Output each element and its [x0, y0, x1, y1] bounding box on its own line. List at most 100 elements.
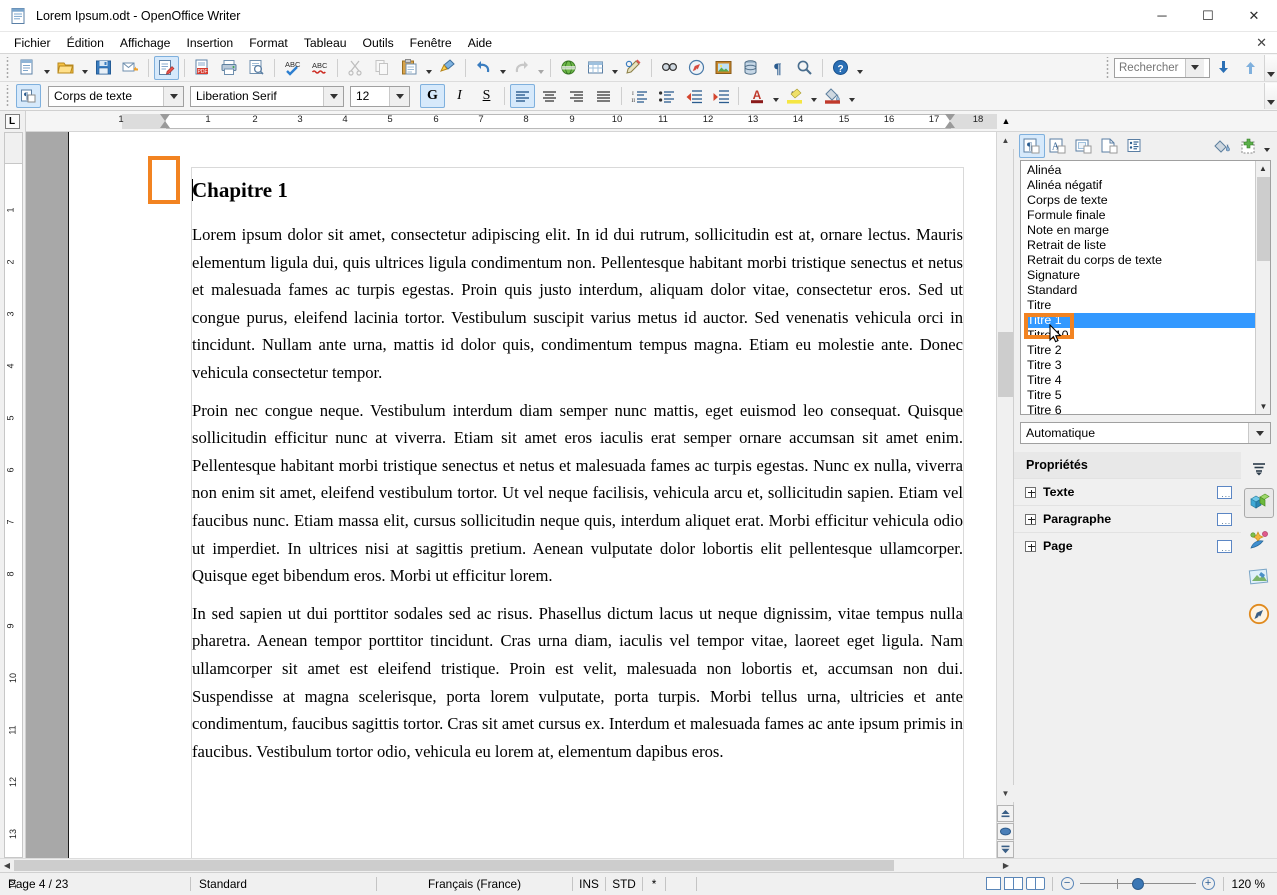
style-item[interactable]: Note en marge — [1025, 223, 1255, 238]
menu-fenetre[interactable]: Fenêtre — [402, 34, 460, 52]
scroll-up-button[interactable]: ▲ — [997, 132, 1014, 149]
zoom-level[interactable]: 120 % — [1224, 873, 1277, 895]
scroll-up-arrow[interactable]: ▲ — [999, 111, 1013, 131]
close-document-button[interactable]: ✕ — [1256, 35, 1267, 51]
style-item[interactable]: Titre 6 — [1025, 403, 1255, 414]
style-item[interactable]: Signature — [1025, 268, 1255, 283]
document-horizontal-scrollbar[interactable]: ◀ ▶ — [0, 858, 1277, 872]
text-column[interactable]: Chapitre 1 Lorem ipsum dolor sit amet, c… — [192, 177, 963, 775]
horizontal-ruler[interactable]: 1 1 2 3 4 5 6 7 8 9 10 11 12 13 14 15 16… — [26, 111, 999, 131]
sidebar-settings-icon[interactable] — [1244, 457, 1274, 481]
expand-icon[interactable] — [1025, 540, 1036, 552]
formatting-toolbar-grip[interactable] — [3, 85, 12, 107]
document-vertical-scrollbar[interactable]: ▲ ▼ — [996, 132, 1014, 858]
toolbar-grip[interactable] — [3, 56, 12, 79]
align-right-icon[interactable] — [564, 84, 589, 108]
open-document-button[interactable] — [53, 56, 78, 80]
previous-page-button[interactable] — [997, 805, 1014, 822]
style-item[interactable]: Alinéa négatif — [1025, 178, 1255, 193]
styles-scroll-thumb[interactable] — [1257, 177, 1270, 261]
more-options-icon[interactable]: ... — [1217, 512, 1233, 526]
hscroll-left-button[interactable]: ◀ — [0, 859, 14, 872]
document-heading[interactable]: Chapitre 1 — [192, 177, 963, 203]
open-document-dropdown[interactable] — [79, 56, 90, 80]
insert-image-button[interactable] — [711, 56, 736, 80]
new-document-button[interactable] — [15, 56, 40, 80]
new-style-dropdown[interactable] — [1261, 134, 1272, 158]
style-item[interactable]: Titre 2 — [1025, 343, 1255, 358]
zoom-in-button[interactable]: + — [1201, 877, 1215, 890]
scroll-down-button[interactable]: ▼ — [997, 785, 1014, 802]
spelling-button[interactable]: ABC — [280, 56, 305, 80]
font-color-button[interactable]: A — [744, 84, 769, 108]
page-body[interactable]: Chapitre 1 Lorem ipsum dolor sit amet, c… — [70, 132, 996, 858]
find-and-replace-button[interactable] — [657, 56, 682, 80]
styles-deck-icon[interactable] — [1244, 562, 1274, 592]
status-page[interactable]: Page 4 / 23 — [0, 873, 190, 895]
menu-format[interactable]: Format — [241, 34, 296, 52]
properties-section-page[interactable]: Page ... — [1014, 532, 1242, 559]
unordered-list-icon[interactable] — [654, 84, 679, 108]
frame-styles-icon[interactable] — [1071, 134, 1097, 158]
clone-formatting-button[interactable] — [435, 56, 460, 80]
styles-scroll-up[interactable]: ▲ — [1256, 161, 1270, 176]
gallery-deck-icon[interactable] — [1244, 525, 1274, 555]
help-button[interactable]: ? — [828, 56, 853, 80]
find-previous-button[interactable] — [1238, 56, 1263, 80]
status-selection-mode[interactable]: STD — [606, 873, 642, 895]
page-styles-icon[interactable] — [1097, 134, 1123, 158]
search-toolbar-grip[interactable] — [1103, 56, 1112, 79]
style-item[interactable]: Retrait de liste — [1025, 238, 1255, 253]
new-document-dropdown[interactable] — [41, 56, 52, 80]
font-name-dropdown[interactable] — [323, 86, 343, 106]
style-item[interactable]: Formule finale — [1025, 208, 1255, 223]
font-name-combo[interactable]: Liberation Serif — [190, 85, 344, 107]
search-dropdown[interactable] — [1185, 58, 1204, 77]
decrease-indent-icon[interactable] — [681, 84, 706, 108]
zoom-slider-knob[interactable] — [1131, 877, 1144, 890]
italic-button[interactable]: I — [447, 84, 472, 108]
copy-button[interactable] — [370, 56, 395, 80]
document-canvas[interactable]: Chapitre 1 Lorem ipsum dolor sit amet, c… — [26, 132, 996, 858]
multi-page-view-icon[interactable] — [1003, 877, 1023, 890]
paste-dropdown[interactable] — [423, 56, 434, 80]
document-paragraph[interactable]: Lorem ipsum dolor sit amet, consectetur … — [192, 221, 963, 387]
align-justify-icon[interactable] — [591, 84, 616, 108]
font-size-combo[interactable]: 12 — [350, 85, 410, 107]
close-button[interactable]: ✕ — [1231, 0, 1277, 32]
background-color-dropdown[interactable] — [846, 84, 857, 108]
align-left-icon[interactable] — [510, 84, 535, 108]
properties-section-texte[interactable]: Texte ... — [1014, 478, 1242, 505]
navigator-button[interactable] — [684, 56, 709, 80]
font-color-dropdown[interactable] — [770, 84, 781, 108]
scroll-thumb[interactable] — [998, 332, 1013, 397]
style-item[interactable]: Titre 5 — [1025, 388, 1255, 403]
more-options-icon[interactable]: ... — [1217, 485, 1233, 499]
book-view-icon[interactable] — [1025, 877, 1045, 890]
edit-mode-button[interactable] — [154, 55, 179, 80]
style-item[interactable]: Retrait du corps de texte — [1025, 253, 1255, 268]
autospellcheck-button[interactable]: ABC — [307, 56, 332, 80]
character-styles-icon[interactable]: A — [1045, 134, 1071, 158]
insert-table-button[interactable] — [583, 56, 608, 80]
redo-dropdown[interactable] — [535, 56, 546, 80]
undo-button[interactable] — [471, 56, 496, 80]
show-draw-functions-button[interactable] — [621, 56, 646, 80]
status-language[interactable]: Français (France) — [377, 873, 572, 895]
zoom-button[interactable] — [792, 56, 817, 80]
styles-list[interactable]: Alinéa Alinéa négatif Corps de texte For… — [1020, 160, 1271, 415]
highlight-dropdown[interactable] — [808, 84, 819, 108]
style-item[interactable]: Corps de texte — [1025, 193, 1255, 208]
redo-button[interactable] — [509, 56, 534, 80]
paint-can-icon[interactable] — [820, 84, 845, 108]
properties-deck-icon[interactable] — [1244, 488, 1275, 518]
menu-fichier[interactable]: Fichier — [6, 34, 59, 52]
single-page-view-icon[interactable] — [985, 877, 1001, 890]
paragraph-style-dropdown[interactable] — [163, 86, 183, 106]
properties-section-paragraphe[interactable]: Paragraphe ... — [1014, 505, 1242, 532]
more-options-icon[interactable]: ... — [1217, 539, 1233, 553]
style-item[interactable]: Standard — [1025, 283, 1255, 298]
document-page[interactable]: Chapitre 1 Lorem ipsum dolor sit amet, c… — [26, 132, 996, 858]
style-item[interactable]: Titre — [1025, 298, 1255, 313]
zoom-out-button[interactable]: − — [1060, 877, 1074, 890]
